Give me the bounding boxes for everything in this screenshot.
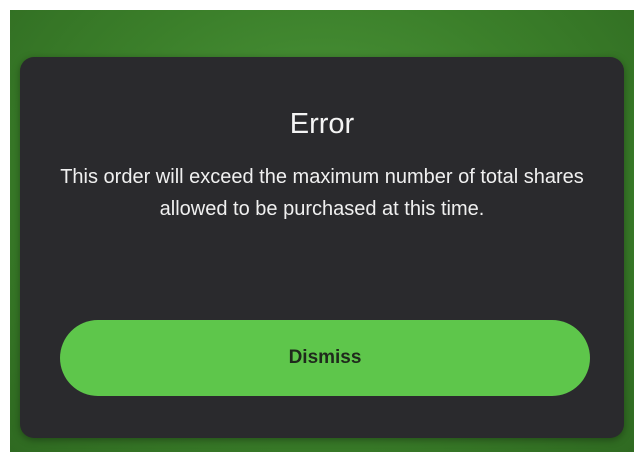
- app-background: Error This order will exceed the maximum…: [10, 10, 634, 452]
- error-dialog: Error This order will exceed the maximum…: [20, 57, 624, 438]
- dismiss-button[interactable]: Dismiss: [60, 320, 590, 396]
- dialog-message: This order will exceed the maximum numbe…: [60, 166, 584, 220]
- dialog-title: Error: [289, 108, 355, 140]
